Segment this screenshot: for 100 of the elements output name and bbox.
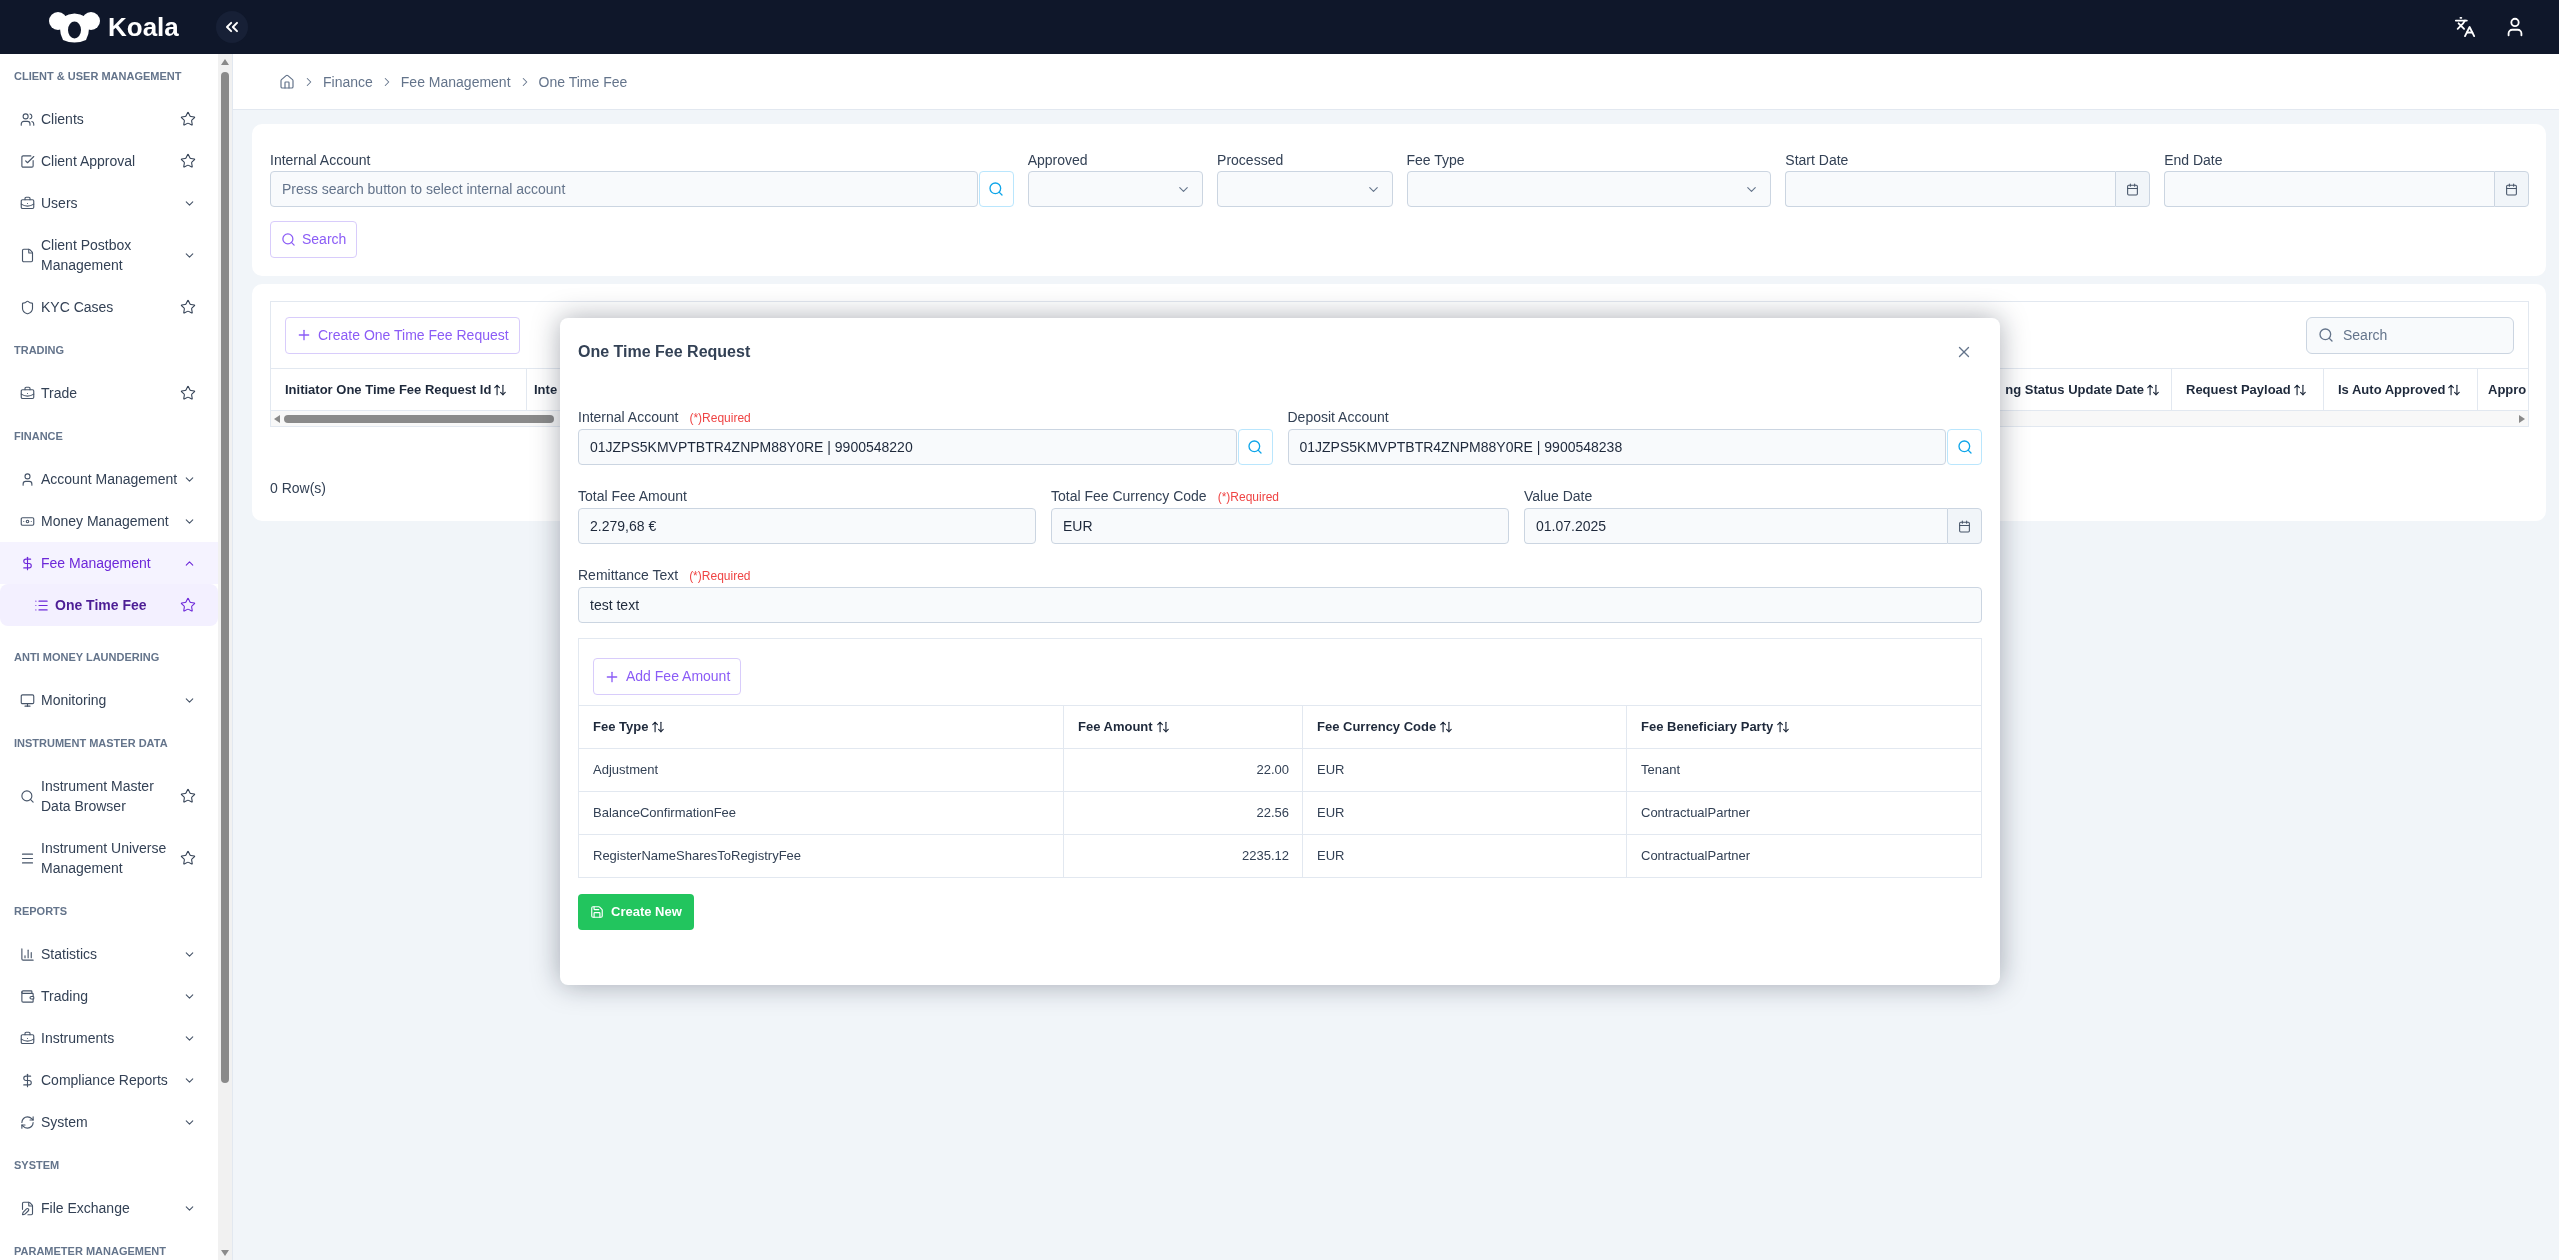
sidebar-item[interactable]: One Time Fee [0,584,218,626]
table-cell: BalanceConfirmationFee [579,791,1064,834]
sidebar-item[interactable]: Account Management [0,458,218,500]
sidebar-item[interactable]: KYC Cases [0,286,218,328]
person-icon [20,471,35,487]
sidebar-item[interactable]: File Exchange [0,1187,218,1229]
table-cell: Adjustment [579,748,1064,791]
field-label: Approved [1027,151,1088,170]
breadcrumb-link[interactable]: Fee Management [400,71,511,92]
star-icon[interactable] [180,299,196,315]
sidebar-section-title: INSTRUMENT MASTER DATA [14,736,168,750]
sidebar-item[interactable]: Instrument Universe Management [0,827,218,889]
sort-icon[interactable] [1439,720,1454,734]
home-icon[interactable] [279,73,295,90]
input-field[interactable]: 01JZPS5KMVPTBTR4ZNPM88Y0RE | 9900548238 [1287,429,1946,465]
input-field[interactable]: EUR [1051,508,1509,544]
sidebar-item[interactable]: Fee Management [0,542,218,584]
calendar-icon [2505,182,2518,196]
file-icon [20,247,35,263]
collapse-sidebar-button[interactable] [216,11,248,43]
table-cell: RegisterNameSharesToRegistryFee [579,834,1064,877]
column-header: Initiator One Time Fee Request Id [285,380,492,399]
scroll-down-arrow-icon[interactable] [221,1250,230,1256]
column-header: Is Auto Approved [2338,380,2446,399]
sidebar-item[interactable]: Client Postbox Management [0,224,218,286]
date-field[interactable] [1785,171,2116,207]
sidebar-item[interactable]: Trading [0,975,218,1017]
koala-logo-icon [49,11,100,43]
star-icon[interactable] [180,153,196,169]
row-count: 0 Row(s) [270,480,326,496]
calendar-icon [1958,519,1971,533]
sidebar-item[interactable]: Instruments [0,1017,218,1059]
sidebar-item[interactable]: System [0,1101,218,1143]
search-icon [281,232,296,247]
required-note: (*)Required [689,568,751,584]
sidebar-item[interactable]: Client Approval [0,140,218,182]
scrollbar-thumb[interactable] [221,72,230,1083]
scroll-up-arrow-icon[interactable] [221,59,230,65]
scrollbar-thumb[interactable] [284,414,554,423]
required-note: (*)Required [689,410,751,426]
calendar-button[interactable] [1947,508,1982,544]
breadcrumb-link[interactable]: Finance [323,71,373,92]
vertical-scrollbar[interactable] [218,54,232,1260]
column-header: Request Payload [2186,380,2291,399]
date-field[interactable] [2164,171,2494,207]
input-field[interactable]: 2.279,68 € [578,508,1036,544]
sidebar-section-title: SYSTEM [14,1158,60,1172]
search-button[interactable]: Search [270,221,358,258]
table-cell: Tenant [1627,748,1981,791]
date-field[interactable]: 01.07.2025 [1524,508,1947,544]
sort-icon[interactable] [2146,382,2160,397]
select-field[interactable] [1406,171,1772,207]
add-fee-amount-button[interactable]: Add Fee Amount [593,658,742,695]
input-field[interactable]: test text [578,587,1982,623]
star-icon[interactable] [180,597,196,613]
briefcase-icon [20,195,35,211]
star-icon[interactable] [180,850,196,866]
sort-icon[interactable] [1155,720,1170,734]
create-request-button[interactable]: Create One Time Fee Request [285,316,520,354]
select-field[interactable] [1217,171,1393,207]
calendar-button[interactable] [2494,171,2529,207]
scroll-left-arrow-icon[interactable] [274,414,280,423]
sort-icon[interactable] [493,382,508,397]
sidebar-item[interactable]: Instrument Master Data Browser [0,765,218,827]
sort-icon[interactable] [651,720,666,734]
column-header: Fee Amount [1078,718,1153,736]
field-label: Internal Account [270,151,371,170]
sidebar-item[interactable]: Trade [0,372,218,414]
star-icon[interactable] [180,788,196,804]
scroll-right-arrow-icon[interactable] [2519,414,2525,423]
sidebar-item[interactable]: Users [0,182,218,224]
sidebar-item[interactable]: Compliance Reports [0,1059,218,1101]
field-label: End Date [2164,151,2223,170]
wallet-icon [20,988,35,1004]
input-field[interactable]: 01JZPS5KMVPTBTR4ZNPM88Y0RE | 9900548220 [578,429,1237,465]
sort-icon[interactable] [2447,382,2462,397]
sidebar-item[interactable]: Money Management [0,500,218,542]
search-icon [1956,439,1973,455]
sidebar-item[interactable]: Statistics [0,933,218,975]
sort-icon[interactable] [2292,382,2307,397]
search-icon [988,181,1005,197]
calendar-button[interactable] [2115,171,2151,207]
translate-icon[interactable] [2454,16,2476,38]
dollar-sign-icon [20,555,35,571]
star-icon[interactable] [180,385,196,401]
select-field[interactable] [1027,171,1204,207]
sidebar-item[interactable]: Monitoring [0,679,218,721]
search-field[interactable]: Search [2306,316,2514,354]
sidebar-section-title: REPORTS [14,904,68,918]
input-field[interactable]: Press search button to select internal account [270,171,978,207]
sidebar-item[interactable]: Clients [0,98,218,140]
field-label: Internal Account [578,408,679,427]
star-icon[interactable] [180,111,196,127]
refresh-icon [20,1114,35,1130]
menu-icon [20,850,35,866]
field-label: Start Date [1785,151,1849,170]
sort-icon[interactable] [1776,720,1791,734]
column-header: Fee Type [593,718,649,736]
sidebar-section-title: FINANCE [14,429,63,443]
field-label: Remittance Text [578,566,679,585]
